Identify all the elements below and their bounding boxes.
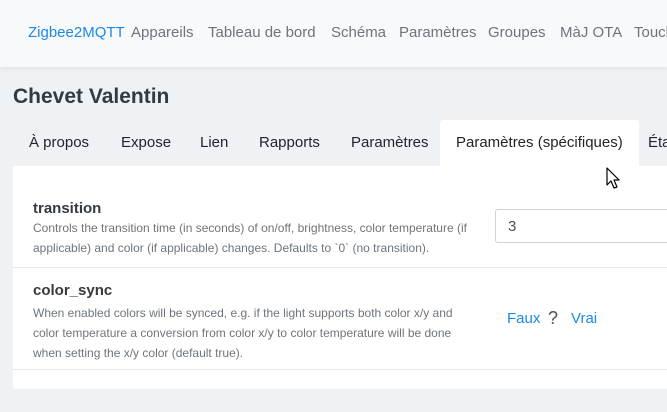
tab-reporting[interactable]: Rapports (243, 120, 336, 166)
tab-bind[interactable]: Lien (184, 120, 244, 166)
tab-about[interactable]: À propos (13, 120, 105, 166)
setting-description: When enabled colors will be synced, e.g.… (33, 306, 453, 360)
mouse-cursor-icon (606, 167, 620, 189)
brand-link[interactable]: Zigbee2MQTT (28, 24, 125, 41)
nav-item-ota[interactable]: MàJ OTA (560, 24, 622, 41)
nav-item-groups[interactable]: Groupes (488, 24, 546, 41)
setting-name: color_sync (33, 282, 113, 299)
top-navbar: Zigbee2MQTT Appareils Tableau de bord Sc… (0, 0, 667, 67)
transition-input[interactable] (495, 209, 667, 243)
setting-row-color-sync: color_sync When enabled colors will be s… (13, 268, 667, 370)
question-icon: ? (548, 308, 559, 328)
tab-exposes[interactable]: Expose (105, 120, 187, 166)
nav-item-dashboard[interactable]: Tableau de bord (208, 24, 316, 41)
settings-card: transition Controls the transition time … (13, 166, 667, 389)
page-title: Chevet Valentin (13, 85, 170, 108)
setting-row-transition: transition Controls the transition time … (13, 166, 667, 268)
setting-description: Controls the transition time (in seconds… (33, 221, 467, 255)
device-tabs: À propos Expose Lien Rapports Paramètres… (13, 120, 667, 166)
color-sync-false-button[interactable]: Faux (507, 310, 540, 327)
tab-specific-settings[interactable]: Paramètres (spécifiques) (440, 120, 639, 166)
nav-item-devices[interactable]: Appareils (131, 24, 194, 41)
color-sync-true-button[interactable]: Vrai (571, 310, 597, 327)
setting-name: transition (33, 200, 102, 217)
nav-item-map[interactable]: Schéma (331, 24, 386, 41)
nav-item-touchlink[interactable]: Touch (634, 24, 667, 41)
nav-item-settings[interactable]: Paramètres (399, 24, 477, 41)
tab-settings[interactable]: Paramètres (335, 120, 445, 166)
tab-state[interactable]: Éta (632, 120, 667, 166)
